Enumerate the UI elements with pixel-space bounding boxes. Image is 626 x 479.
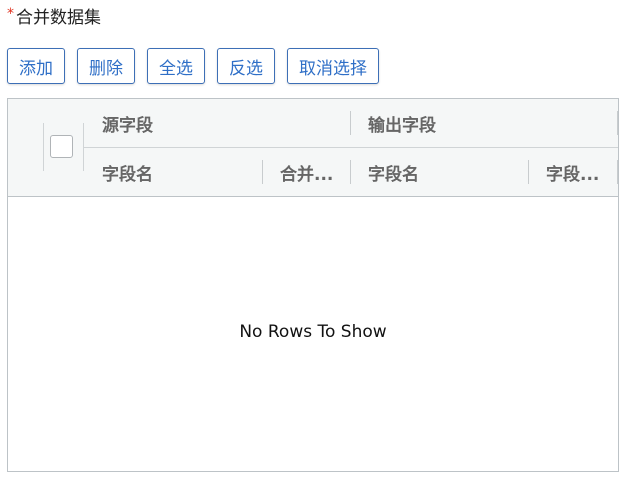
column-header-output-field-name[interactable]: 字段名 — [350, 148, 528, 197]
column-header-merge[interactable]: 合并... — [262, 148, 350, 197]
select-all-checkbox[interactable] — [50, 135, 73, 158]
column-header-label: 合并... — [280, 165, 334, 185]
column-header-label: 字段名 — [368, 165, 419, 185]
column-resize-handle[interactable] — [617, 160, 618, 184]
toolbar: 添加 删除 全选 反选 取消选择 — [7, 48, 379, 84]
deselect-button[interactable]: 取消选择 — [287, 48, 379, 84]
group-header-source[interactable]: 源字段 — [84, 99, 350, 147]
group-header-output-label: 输出字段 — [368, 115, 436, 136]
group-header-source-label: 源字段 — [102, 115, 153, 136]
required-mark: * — [7, 6, 14, 22]
select-all-button[interactable]: 全选 — [147, 48, 205, 84]
invert-selection-button[interactable]: 反选 — [217, 48, 275, 84]
header-group-row: 源字段 输出字段 — [84, 99, 618, 148]
header-column-row: 字段名 合并... 字段名 字段... — [84, 148, 618, 197]
column-header-label: 字段... — [546, 165, 600, 185]
group-header-output[interactable]: 输出字段 — [350, 99, 618, 147]
field-label-row: * 合并数据集 — [7, 4, 101, 28]
column-header-label: 字段名 — [102, 165, 153, 185]
empty-grid-message: No Rows To Show — [239, 322, 387, 342]
column-resize-handle[interactable] — [617, 111, 618, 135]
column-header-output-field-other[interactable]: 字段... — [528, 148, 618, 197]
header-divider — [43, 123, 44, 171]
delete-button[interactable]: 删除 — [77, 48, 135, 84]
field-mapping-grid: 源字段 输出字段 字段名 合并... 字段名 字段... No Rows To … — [7, 98, 619, 472]
field-label: 合并数据集 — [16, 7, 101, 28]
select-all-cell — [8, 99, 84, 197]
grid-header: 源字段 输出字段 字段名 合并... 字段名 字段... — [8, 99, 618, 197]
column-header-source-field-name[interactable]: 字段名 — [84, 148, 262, 197]
add-button[interactable]: 添加 — [7, 48, 65, 84]
grid-body: No Rows To Show — [8, 197, 618, 471]
